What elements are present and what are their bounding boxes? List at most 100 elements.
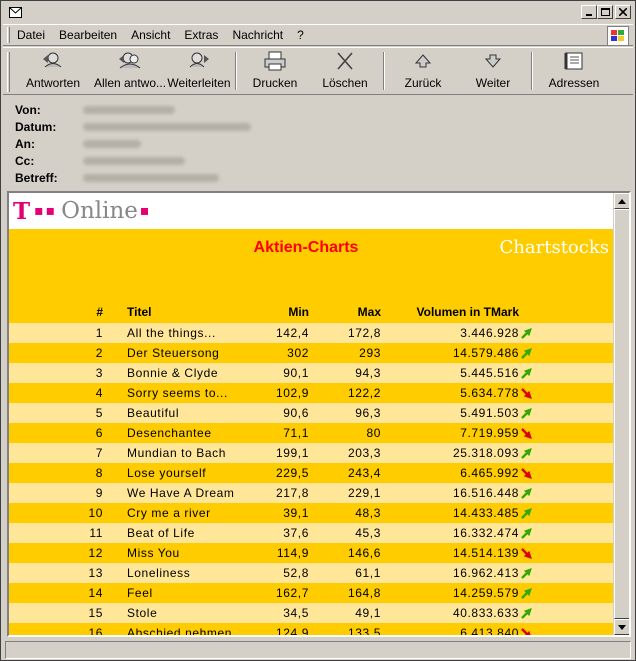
row-trend bbox=[519, 443, 537, 463]
next-button[interactable]: Weiter bbox=[458, 48, 528, 94]
from-row: Von: bbox=[15, 101, 615, 118]
reply-all-label: Allen antwo... bbox=[93, 76, 167, 90]
menu-extras[interactable]: Extras bbox=[177, 28, 225, 42]
row-min: 114,9 bbox=[251, 543, 309, 563]
row-volume: 3.446.928 bbox=[381, 323, 519, 343]
green-up-arrow-icon bbox=[521, 408, 532, 420]
col-header-max: Max bbox=[309, 285, 381, 323]
next-label: Weiter bbox=[475, 76, 511, 90]
forward-button[interactable]: Weiterleiten bbox=[166, 48, 232, 94]
row-num: 12 bbox=[9, 543, 111, 563]
row-pad bbox=[537, 583, 615, 603]
row-max: 48,3 bbox=[309, 503, 381, 523]
forward-icon bbox=[187, 50, 211, 72]
print-button[interactable]: Drucken bbox=[240, 48, 310, 94]
row-trend bbox=[519, 523, 537, 543]
reply-all-button[interactable]: Allen antwo... bbox=[94, 48, 166, 94]
table-row: 2 Der Steuersong 302 293 14.579.486 bbox=[9, 343, 615, 363]
scroll-up-button[interactable] bbox=[614, 193, 629, 209]
red-down-arrow-icon bbox=[521, 388, 532, 400]
row-title: Mundian to Bach bbox=[111, 443, 251, 463]
addresses-button[interactable]: Adressen bbox=[536, 48, 612, 94]
col-header-trend bbox=[519, 285, 537, 323]
row-num: 15 bbox=[9, 603, 111, 623]
t-online-dots: ▪▪ bbox=[34, 203, 58, 219]
row-volume: 7.719.959 bbox=[381, 423, 519, 443]
stocks-table-body: 1 All the things... 142,4 172,8 3.446.928 2 De… bbox=[9, 323, 615, 635]
row-volume: 16.516.448 bbox=[381, 483, 519, 503]
row-min: 39,1 bbox=[251, 503, 309, 523]
row-trend bbox=[519, 603, 537, 623]
row-pad bbox=[537, 543, 615, 563]
green-up-arrow-icon bbox=[521, 368, 532, 380]
chart-header: Aktien-Charts Chartstocks bbox=[9, 229, 615, 285]
row-min: 71,1 bbox=[251, 423, 309, 443]
menu-bearbeiten[interactable]: Bearbeiten bbox=[52, 28, 124, 42]
print-label: Drucken bbox=[252, 76, 298, 90]
minimize-button[interactable] bbox=[581, 5, 597, 19]
table-row: 6 Desenchantee 71,1 80 7.719.959 bbox=[9, 423, 615, 443]
row-num: 7 bbox=[9, 443, 111, 463]
stocks-table: # Titel Min Max Volumen in TMark 1 All th… bbox=[9, 285, 615, 635]
row-trend bbox=[519, 323, 537, 343]
row-trend bbox=[519, 343, 537, 363]
t-online-dot: ▪ bbox=[139, 203, 150, 219]
t-online-logo: T ▪▪ Online ▪ bbox=[9, 193, 615, 229]
row-pad bbox=[537, 443, 615, 463]
from-label: Von: bbox=[15, 102, 41, 117]
row-title: Sorry seems to... bbox=[111, 383, 251, 403]
table-row: 12 Miss You 114,9 146,6 14.514.139 bbox=[9, 543, 615, 563]
row-pad bbox=[537, 483, 615, 503]
row-max: 172,8 bbox=[309, 323, 381, 343]
row-pad bbox=[537, 523, 615, 543]
menu-datei[interactable]: Datei bbox=[10, 28, 52, 42]
delete-button[interactable]: Löschen bbox=[310, 48, 380, 94]
row-max: 133,5 bbox=[309, 623, 381, 635]
menu-ansicht[interactable]: Ansicht bbox=[124, 28, 177, 42]
row-num: 6 bbox=[9, 423, 111, 443]
row-max: 203,3 bbox=[309, 443, 381, 463]
maximize-button[interactable] bbox=[597, 5, 613, 19]
up-arrow-icon bbox=[413, 50, 433, 72]
reply-icon bbox=[41, 50, 65, 72]
table-row: 3 Bonnie & Clyde 90,1 94,3 5.445.516 bbox=[9, 363, 615, 383]
row-max: 96,3 bbox=[309, 403, 381, 423]
green-up-arrow-icon bbox=[521, 608, 532, 620]
vertical-scrollbar[interactable] bbox=[613, 193, 629, 635]
close-button[interactable] bbox=[615, 5, 631, 19]
row-title: We Have A Dream bbox=[111, 483, 251, 503]
row-max: 229,1 bbox=[309, 483, 381, 503]
scroll-down-button[interactable] bbox=[614, 619, 629, 635]
row-min: 124,9 bbox=[251, 623, 309, 635]
row-volume: 25.318.093 bbox=[381, 443, 519, 463]
t-online-name: Online bbox=[61, 198, 138, 224]
table-row: 4 Sorry seems to... 102,9 122,2 5.634.778 bbox=[9, 383, 615, 403]
envelope-icon[interactable] bbox=[8, 7, 22, 19]
row-trend bbox=[519, 583, 537, 603]
table-row: 10 Cry me a river 39,1 48,3 14.433.485 bbox=[9, 503, 615, 523]
row-pad bbox=[537, 363, 615, 383]
row-trend bbox=[519, 543, 537, 563]
menu-nachricht[interactable]: Nachricht bbox=[225, 28, 290, 42]
row-max: 146,6 bbox=[309, 543, 381, 563]
reply-button[interactable]: Antworten bbox=[12, 48, 94, 94]
to-label: An: bbox=[15, 136, 35, 151]
mail-window: Datei Bearbeiten Ansicht Extras Nachrich… bbox=[0, 0, 636, 661]
row-volume: 5.445.516 bbox=[381, 363, 519, 383]
row-min: 229,5 bbox=[251, 463, 309, 483]
back-button[interactable]: Zurück bbox=[388, 48, 458, 94]
message-body-pane[interactable]: T ▪▪ Online ▪ Aktien-Charts Chartstocks … bbox=[7, 191, 631, 637]
row-title: Der Steuersong bbox=[111, 343, 251, 363]
cc-value-redacted bbox=[83, 156, 185, 165]
col-header-title: Titel bbox=[111, 285, 251, 323]
row-title: All the things... bbox=[111, 323, 251, 343]
row-title: Stole bbox=[111, 603, 251, 623]
red-down-arrow-icon bbox=[521, 548, 532, 560]
row-min: 302 bbox=[251, 343, 309, 363]
forward-label: Weiterleiten bbox=[167, 76, 231, 90]
date-label: Datum: bbox=[15, 119, 57, 134]
menu-help[interactable]: ? bbox=[290, 28, 311, 42]
table-row: 13 Loneliness 52,8 61,1 16.962.413 bbox=[9, 563, 615, 583]
scroll-thumb[interactable] bbox=[614, 209, 629, 619]
toolbar-grip[interactable] bbox=[7, 52, 10, 92]
